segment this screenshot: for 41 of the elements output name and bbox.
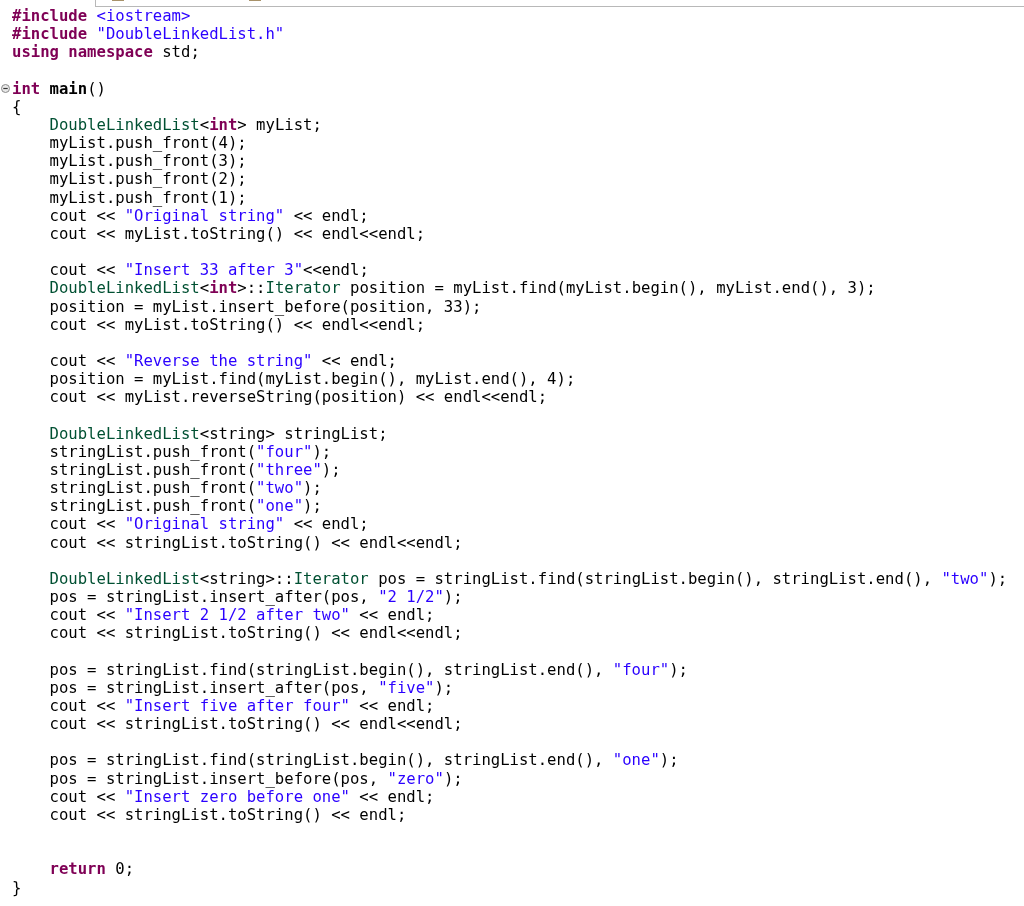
code-line: cout << "Insert 2 1/2 after two" << endl; [48,606,435,625]
code-line: using namespace std; [12,43,200,62]
code-line: stringList.push_front("three"); [48,460,341,480]
code-line: myList.push_front(3); [48,152,247,171]
code-line: cout << "Insert five after four" << endl; [48,696,435,716]
code-line: cout << "Original string" << endl; [48,515,369,534]
code-line: cout << stringList.toString() << endl<<endl; [48,533,463,552]
code-line: #include <iostream> [12,7,191,26]
code-line: } [12,878,22,897]
code-line: stringList.push_front("two"); [48,479,322,498]
code-line: cout << stringList.toString() << endl; [48,805,407,825]
code-line: myList.push_front(4); [48,134,247,153]
code-line: pos = stringList.insert_after(pos, "2 1/2"); [48,588,463,607]
code-line: cout << stringList.toString() << endl<<endl; [48,715,463,734]
code-line: cout << "Original string" << endl; [48,206,369,225]
code-line: return 0; [48,860,135,879]
collapse-icon[interactable] [1,84,10,94]
code-line: cout << myList.toString() << endl<<endl; [48,315,426,334]
code-line: stringList.push_front("four"); [48,442,332,461]
code-line: myList.push_front(2); [48,170,247,189]
code-line: pos = stringList.insert_after(pos, "five"); [48,678,454,697]
code-line: stringList.push_front("one"); [48,497,322,516]
code-line: myList.push_front(1); [48,188,247,207]
code-line: cout << "Insert 33 after 3"<<endl; [48,261,369,280]
code-line: { [12,97,22,116]
code-line: DoubleLinkedList<string> stringList; [48,424,388,443]
code-line: pos = stringList.insert_before(pos, "zero"); [48,769,463,788]
code-line: int main() [12,79,106,98]
code-line: pos = stringList.find(stringList.begin(), stringList.end(), "four"); [48,660,688,679]
code-line: pos = stringList.find(stringList.begin(), stringList.end(), "one"); [48,751,679,770]
code-line: cout << "Reverse the string" << endl; [48,351,397,371]
code-line: DoubleLinkedList<string>::Iterator pos = stringList.find(stringList.begin(), stringList.end(), "two"); [48,569,1008,588]
code-line: position = myList.insert_before(position, 33); [48,297,482,316]
code-line: #include "DoubleLinkedList.h" [12,25,285,44]
code-line: DoubleLinkedList<int> myList; [48,115,322,135]
code-line: DoubleLinkedList<int>::Iterator position = myList.find(myList.begin(), myList.end(), 3); [48,279,876,298]
code-line: cout << stringList.toString() << endl<<endl; [48,624,463,643]
code-line: cout << myList.reverseString(position) << endl<<endl; [48,388,548,407]
code-line: cout << "Insert zero before one" << endl; [48,787,435,806]
code-line: cout << myList.toString() << endl<<endl; [48,224,426,244]
code-line: position = myList.find(myList.begin(), myList.end(), 4); [48,370,576,389]
